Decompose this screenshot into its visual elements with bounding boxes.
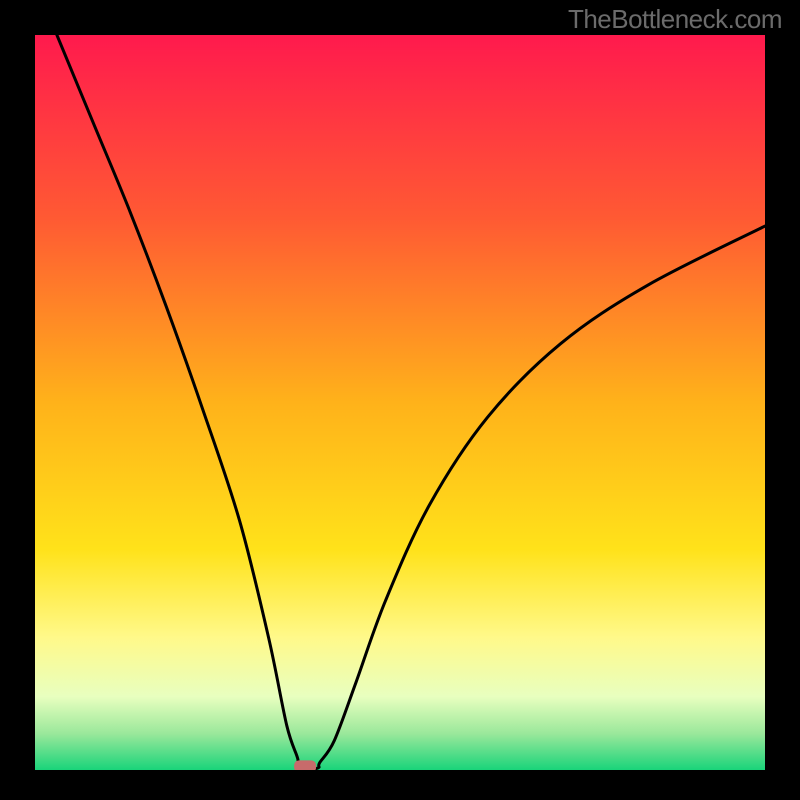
bottleneck-chart [0,0,800,800]
chart-frame: { "attribution": "TheBottleneck.com", "c… [0,0,800,800]
gradient-background [35,35,765,770]
attribution-text: TheBottleneck.com [568,4,782,35]
